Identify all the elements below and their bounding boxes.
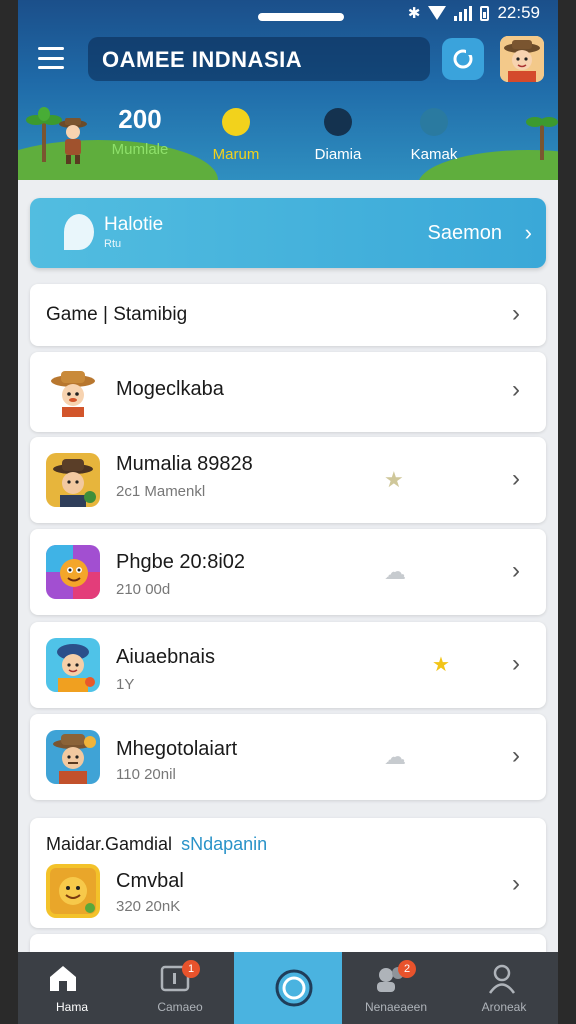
- nav-home[interactable]: Hama: [18, 952, 126, 1024]
- nav-notifications-badge: 2: [398, 960, 416, 978]
- game-item-3[interactable]: Phgbe 20:8i02 210 00d ☁ ›: [30, 529, 546, 615]
- explorer-hat-icon: [46, 365, 100, 419]
- stat-kamak-label: Kamak: [410, 146, 458, 163]
- game-item-2[interactable]: Mumalia 89828 2c1 Mamenkl ★ ›: [30, 437, 546, 523]
- stat-diamond[interactable]: Diamia: [306, 104, 370, 163]
- cloud-icon: ☁: [384, 559, 406, 584]
- diamond-icon: [324, 108, 352, 136]
- chevron-right-icon: ›: [512, 376, 520, 403]
- chevron-right-icon: ›: [512, 300, 520, 327]
- chevron-right-icon[interactable]: ›: [512, 870, 520, 898]
- status-icons: ✱ 22:59: [408, 3, 540, 23]
- colorful-creature-icon: [46, 545, 100, 599]
- star-icon: ★: [432, 654, 450, 676]
- signal-icon: [454, 5, 473, 21]
- nav-center-action[interactable]: [234, 952, 342, 1024]
- stat-gold[interactable]: Marum: [204, 104, 268, 163]
- cowboy-avatar-icon: [46, 453, 100, 507]
- app-title: OAMEE INDNASIA: [102, 47, 303, 72]
- phone-screen: ✱ 22:59 OAMEE INDNASIA 200 Mumlale Marum…: [18, 0, 558, 1024]
- bottom-nav: Hama 1 Camaeo 2 Nenaeaeen Aroneak: [18, 952, 558, 1024]
- app-header: ✱ 22:59 OAMEE INDNASIA 200 Mumlale Marum…: [18, 0, 558, 180]
- section-row-game-standing[interactable]: Game | Stamibig ›: [30, 284, 546, 346]
- gold-coin-icon: [222, 108, 250, 136]
- chevron-right-icon: ›: [512, 465, 520, 492]
- stat-coins-value: 200: [118, 104, 162, 134]
- section2-link[interactable]: sNdapanin: [181, 834, 267, 854]
- promo-banner[interactable]: Halotie Rtu Saemon ›: [30, 198, 546, 268]
- stat-gold-label: Marum: [212, 146, 260, 163]
- user-avatar[interactable]: [500, 36, 544, 82]
- game-name: Mhegotolaiart: [116, 738, 238, 760]
- cloud-icon: ☁: [384, 744, 406, 769]
- game-name: Mumalia 89828: [116, 453, 253, 475]
- bluetooth-icon: ✱: [407, 5, 421, 22]
- power-ring-icon: [275, 969, 313, 1007]
- banner-title: Halotie: [104, 214, 164, 235]
- banner-subtitle: Rtu: [104, 238, 122, 250]
- question-icon: [420, 108, 448, 136]
- game-item-1[interactable]: Mogeclkaba ›: [30, 352, 546, 432]
- stat-kamak[interactable]: Kamak: [402, 104, 466, 163]
- stat-diamond-label: Diamia: [314, 146, 362, 163]
- menu-icon[interactable]: [38, 47, 64, 69]
- notch-pill: [258, 13, 344, 21]
- nav-games[interactable]: 1 Camaeo: [126, 952, 234, 1024]
- stat-coins: 200 Mumlale: [110, 104, 170, 158]
- status-time: 22:59: [497, 3, 540, 22]
- refresh-search-button[interactable]: [442, 38, 484, 80]
- game-name[interactable]: Cmvbal: [116, 870, 184, 893]
- game-sub: 110 20nil: [116, 766, 176, 783]
- nav-notifications[interactable]: 2 Nenaeaeen: [342, 952, 450, 1024]
- battery-icon: [480, 5, 490, 21]
- game-sub: 2c1 Mamenkl: [116, 483, 206, 500]
- chevron-right-icon: ›: [512, 650, 520, 677]
- game-sub: 320 20nK: [116, 898, 181, 915]
- nav-account-label: Aroneak: [481, 1000, 527, 1014]
- leaf-icon: [64, 214, 94, 250]
- star-icon: ★: [384, 467, 404, 492]
- chevron-right-icon: ›: [512, 742, 520, 769]
- explorer-girl-icon: [46, 638, 100, 692]
- status-bar: ✱ 22:59: [18, 0, 558, 28]
- game-sub: 210 00d: [116, 581, 171, 598]
- game-item-5[interactable]: Mhegotolaiart 110 20nil ☁ ›: [30, 714, 546, 800]
- section2-header: Maidar.Gamdial sNdapanin: [46, 834, 267, 855]
- palm-tree-right-icon: [526, 117, 558, 160]
- game-name: Aiuaebnais: [116, 646, 215, 668]
- chevron-right-icon: ›: [512, 557, 520, 584]
- nav-home-label: Hama: [55, 1000, 88, 1014]
- game-item-4[interactable]: Aiuaebnais 1Y ★ ›: [30, 622, 546, 708]
- explorer-character-icon: [59, 118, 87, 164]
- banner-action: Saemon: [427, 222, 503, 244]
- game-name: Mogeclkaba: [116, 378, 224, 400]
- game-sub: 1Y: [116, 676, 135, 693]
- section2-title: Maidar.Gamdial: [46, 834, 173, 854]
- section-recommended: Maidar.Gamdial sNdapanin Cmvbal 320 20nK…: [30, 818, 546, 928]
- stat-coins-label: Mumlale: [111, 141, 169, 158]
- adventurer-icon: [46, 730, 100, 784]
- smiley-icon: [46, 864, 100, 918]
- app-title-box: OAMEE INDNASIA: [88, 37, 430, 81]
- nav-games-badge: 1: [182, 960, 200, 978]
- section-row-label: Game | Stamibig: [46, 304, 188, 325]
- nav-notifications-label: Nenaeaeen: [364, 1000, 428, 1014]
- wifi-icon: [428, 6, 447, 20]
- chevron-right-icon: ›: [524, 220, 532, 245]
- home-icon: [50, 966, 76, 991]
- nav-account[interactable]: Aroneak: [450, 952, 558, 1024]
- refresh-icon: [453, 49, 473, 69]
- nav-games-label: Camaeo: [157, 1000, 203, 1014]
- game-name: Phgbe 20:8i02: [116, 551, 246, 573]
- explorer-avatar-icon: [500, 36, 544, 82]
- user-profile-icon: [488, 964, 516, 994]
